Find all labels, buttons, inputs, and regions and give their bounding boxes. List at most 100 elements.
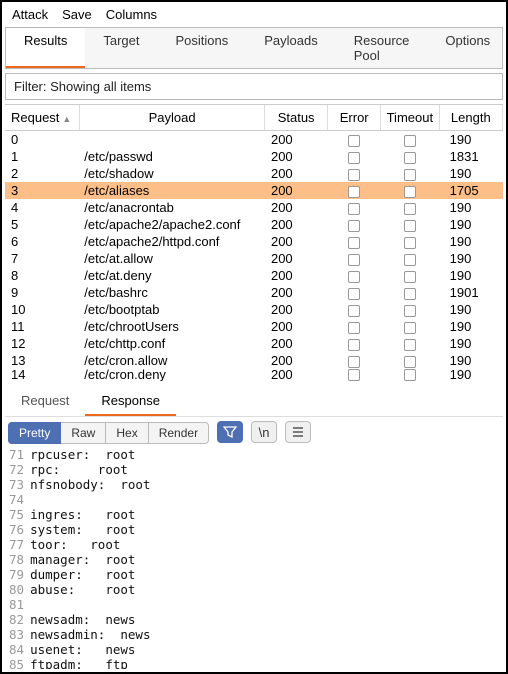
menu-columns[interactable]: Columns [106, 7, 157, 22]
col-status[interactable]: Status [264, 105, 327, 131]
cell-length: 1901 [439, 284, 502, 301]
cell-status: 200 [264, 335, 327, 352]
col-request[interactable]: Request▲ [5, 105, 80, 131]
table-row[interactable]: 12/etc/chttp.conf200190 [5, 335, 503, 352]
table-row[interactable]: 7/etc/at.allow200190 [5, 250, 503, 267]
table-row[interactable]: 1/etc/passwd2001831 [5, 148, 503, 165]
view-mode-raw[interactable]: Raw [61, 422, 106, 444]
checkbox-icon[interactable] [404, 322, 416, 334]
menu-save[interactable]: Save [62, 7, 92, 22]
table-row[interactable]: 3/etc/aliases2001705 [5, 182, 503, 199]
checkbox-icon[interactable] [404, 254, 416, 266]
checkbox-icon[interactable] [404, 271, 416, 283]
checkbox-icon[interactable] [348, 356, 360, 368]
cell-timeout [381, 216, 440, 233]
cell-timeout [381, 233, 440, 250]
checkbox-icon[interactable] [404, 237, 416, 249]
table-row[interactable]: 0200190 [5, 131, 503, 149]
checkbox-icon[interactable] [348, 186, 360, 198]
checkbox-icon[interactable] [348, 305, 360, 317]
checkbox-icon[interactable] [404, 169, 416, 181]
col-timeout[interactable]: Timeout [381, 105, 440, 131]
tab-resource-pool[interactable]: Resource Pool [336, 28, 428, 68]
cell-error [328, 301, 381, 318]
cell-request: 6 [5, 233, 80, 250]
checkbox-icon[interactable] [404, 152, 416, 164]
table-row[interactable]: 6/etc/apache2/httpd.conf200190 [5, 233, 503, 250]
checkbox-icon[interactable] [348, 152, 360, 164]
tab-payloads[interactable]: Payloads [246, 28, 335, 68]
view-mode-render[interactable]: Render [149, 422, 209, 444]
filter-icon[interactable] [217, 421, 243, 443]
cell-length: 190 [439, 301, 502, 318]
checkbox-icon[interactable] [404, 305, 416, 317]
checkbox-icon[interactable] [348, 135, 360, 147]
cell-request: 12 [5, 335, 80, 352]
checkbox-icon[interactable] [404, 220, 416, 232]
tab-positions[interactable]: Positions [158, 28, 247, 68]
table-row[interactable]: 13/etc/cron.allow200190 [5, 352, 503, 369]
cell-request: 5 [5, 216, 80, 233]
view-mode-hex[interactable]: Hex [106, 422, 148, 444]
table-row[interactable]: 4/etc/anacrontab200190 [5, 199, 503, 216]
checkbox-icon[interactable] [348, 322, 360, 334]
cell-error [328, 148, 381, 165]
table-row[interactable]: 8/etc/at.deny200190 [5, 267, 503, 284]
menu-attack[interactable]: Attack [12, 7, 48, 22]
cell-timeout [381, 267, 440, 284]
checkbox-icon[interactable] [348, 339, 360, 351]
table-row[interactable]: 11/etc/chrootUsers200190 [5, 318, 503, 335]
checkbox-icon[interactable] [348, 169, 360, 181]
table-row[interactable]: 5/etc/apache2/apache2.conf200190 [5, 216, 503, 233]
cell-request: 0 [5, 131, 80, 149]
table-row[interactable]: 2/etc/shadow200190 [5, 165, 503, 182]
checkbox-icon[interactable] [348, 237, 360, 249]
checkbox-icon[interactable] [348, 288, 360, 300]
tab-target[interactable]: Target [85, 28, 157, 68]
col-error[interactable]: Error [328, 105, 381, 131]
cell-timeout [381, 165, 440, 182]
response-body[interactable]: 71 72 73 74 75 76 77 78 79 80 81 82 83 8… [5, 447, 503, 669]
cell-length: 190 [439, 199, 502, 216]
table-row[interactable]: 10/etc/bootptab200190 [5, 301, 503, 318]
newline-icon[interactable]: \n [251, 421, 277, 443]
checkbox-icon[interactable] [348, 203, 360, 215]
hamburger-icon[interactable] [285, 421, 311, 443]
checkbox-icon[interactable] [404, 339, 416, 351]
cell-timeout [381, 250, 440, 267]
detail-tab-response[interactable]: Response [85, 387, 176, 416]
cell-error [328, 267, 381, 284]
checkbox-icon[interactable] [404, 203, 416, 215]
cell-timeout [381, 131, 440, 149]
checkbox-icon[interactable] [404, 356, 416, 368]
cell-length: 190 [439, 131, 502, 149]
view-mode-pretty[interactable]: Pretty [8, 422, 61, 444]
cell-timeout [381, 199, 440, 216]
checkbox-icon[interactable] [404, 369, 416, 381]
table-row[interactable]: 9/etc/bashrc2001901 [5, 284, 503, 301]
cell-timeout [381, 148, 440, 165]
checkbox-icon[interactable] [404, 288, 416, 300]
checkbox-icon[interactable] [348, 271, 360, 283]
cell-status: 200 [264, 233, 327, 250]
col-payload[interactable]: Payload [80, 105, 265, 131]
tab-options[interactable]: Options [427, 28, 508, 68]
checkbox-icon[interactable] [404, 135, 416, 147]
checkbox-icon[interactable] [404, 186, 416, 198]
checkbox-icon[interactable] [348, 254, 360, 266]
cell-payload: /etc/bootptab [80, 301, 265, 318]
cell-timeout [381, 284, 440, 301]
checkbox-icon[interactable] [348, 369, 360, 381]
filter-bar[interactable]: Filter: Showing all items [5, 73, 503, 100]
cell-length: 190 [439, 216, 502, 233]
cell-timeout [381, 369, 440, 381]
cell-payload: /etc/cron.allow [80, 352, 265, 369]
table-row[interactable]: 14/etc/cron.deny200190 [5, 369, 503, 381]
tab-results[interactable]: Results [6, 28, 85, 68]
cell-status: 200 [264, 352, 327, 369]
cell-status: 200 [264, 250, 327, 267]
col-length[interactable]: Length [439, 105, 502, 131]
cell-length: 1831 [439, 148, 502, 165]
checkbox-icon[interactable] [348, 220, 360, 232]
detail-tab-request[interactable]: Request [5, 387, 85, 416]
